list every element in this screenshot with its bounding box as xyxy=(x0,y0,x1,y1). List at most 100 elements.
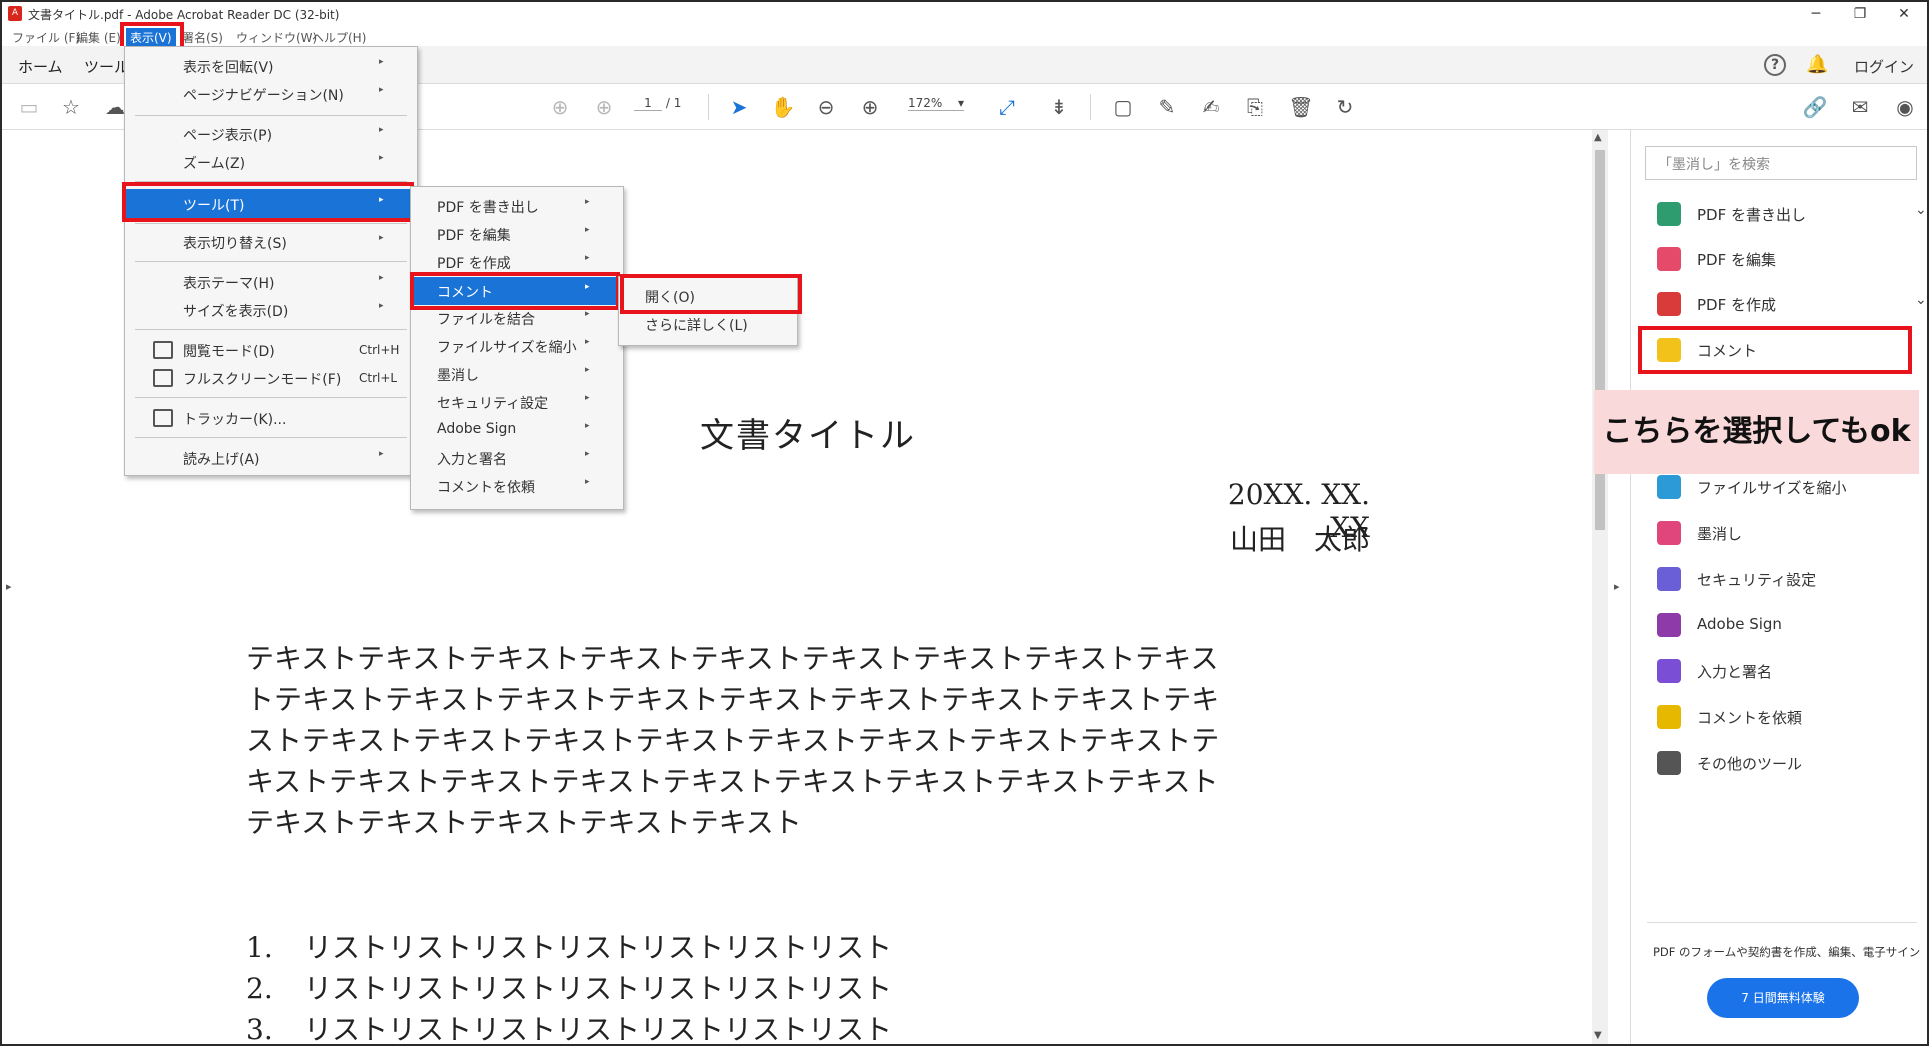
menu-item-toggle-display[interactable]: 表示切り替え(S) ▸ xyxy=(125,229,417,255)
scroll-down-arrow-icon[interactable]: ▼ xyxy=(1594,1030,1602,1041)
zoom-dropdown-icon: ▾ xyxy=(957,96,964,110)
menu-item-label: サイズを表示(D) xyxy=(183,304,289,320)
more-tools-icon xyxy=(1657,751,1681,775)
submenu-item-create-pdf[interactable]: PDF を作成 ▸ xyxy=(411,249,623,275)
help-icon[interactable]: ? xyxy=(1764,54,1786,76)
menu-item-zoom[interactable]: ズーム(Z) ▸ xyxy=(125,149,417,175)
submenu-item-adobe-sign[interactable]: Adobe Sign ▸ xyxy=(411,417,623,443)
fit-page-icon[interactable]: ⤢ xyxy=(994,94,1020,120)
tool-more-tools[interactable]: その他のツール xyxy=(1657,749,1927,779)
submenu-arrow-icon: ▸ xyxy=(379,57,384,67)
minimize-button[interactable]: ─ xyxy=(1794,2,1838,26)
menu-item-label: 表示切り替え(S) xyxy=(183,236,287,252)
left-panel-toggle-icon[interactable]: ▸ xyxy=(6,580,12,593)
bookmark-star-icon[interactable]: ☆ xyxy=(58,94,84,120)
body-line: テキストテキストテキストテキストテキスト xyxy=(246,806,802,839)
zoom-in-icon[interactable]: ⊕ xyxy=(857,94,883,120)
tool-request-comment[interactable]: コメントを依頼 xyxy=(1657,703,1927,733)
submenu-item-open[interactable]: 開く(O) xyxy=(619,283,797,309)
tool-export-pdf[interactable]: PDF を書き出し ⌄ xyxy=(1657,200,1927,230)
tool-compress-pdf[interactable]: ファイルサイズを縮小 xyxy=(1657,473,1927,503)
tool-fill-sign[interactable]: 入力と署名 xyxy=(1657,657,1927,687)
select-pointer-icon[interactable]: ➤ xyxy=(726,94,752,120)
close-button[interactable]: ✕ xyxy=(1882,2,1926,26)
scroll-mode-icon[interactable]: ⇟ xyxy=(1046,94,1072,120)
menu-item-show-size[interactable]: サイズを表示(D) ▸ xyxy=(125,297,417,323)
menu-item-tracker[interactable]: トラッカー(K)... xyxy=(125,405,417,431)
menu-separator xyxy=(135,223,407,224)
tool-label: PDF を編集 xyxy=(1697,251,1776,269)
submenu-item-combine-files[interactable]: ファイルを結合 ▸ xyxy=(411,305,623,331)
next-page-icon[interactable]: ⊕ xyxy=(591,94,617,120)
highlight-pen-icon[interactable]: ✎ xyxy=(1154,94,1180,120)
tool-create-pdf[interactable]: PDF を作成 ⌄ xyxy=(1657,290,1927,320)
save-icon[interactable]: ▭ xyxy=(16,94,42,120)
body-line: トテキストテキストテキストテキストテキストテキストテキストテキストテキ xyxy=(246,683,1220,716)
notification-bell-icon[interactable]: 🔔 xyxy=(1806,54,1828,75)
zoom-level-select[interactable]: 172% ▾ xyxy=(908,96,964,111)
comment-icon[interactable]: ▢ xyxy=(1110,94,1136,120)
menu-item-page-display[interactable]: ページ表示(P) ▸ xyxy=(125,121,417,147)
prev-page-icon[interactable]: ⊕ xyxy=(547,94,573,120)
document-scrollbar[interactable]: ▲ ▼ xyxy=(1592,130,1608,1044)
menu-item-page-navigation[interactable]: ページナビゲーション(N) ▸ xyxy=(125,81,417,107)
free-trial-button[interactable]: 7 日間無料体験 xyxy=(1707,978,1859,1018)
tab-home[interactable]: ホーム xyxy=(18,56,63,77)
submenu-item-fill-sign[interactable]: 入力と署名 ▸ xyxy=(411,445,623,471)
tools-search-input[interactable]: 「墨消し」を検索 xyxy=(1645,146,1917,180)
submenu-item-request-comment[interactable]: コメントを依頼 ▸ xyxy=(411,473,623,499)
menu-item-display-theme[interactable]: 表示テーマ(H) ▸ xyxy=(125,269,417,295)
zoom-out-icon[interactable]: ⊖ xyxy=(813,94,839,120)
menu-item-tools[interactable]: ツール(T) ▸ xyxy=(125,189,417,219)
sign-icon[interactable]: ✍ xyxy=(1198,94,1224,120)
menu-item-label: コメント xyxy=(437,285,493,301)
page-number-input[interactable]: 1 xyxy=(634,96,662,111)
request-comment-icon xyxy=(1657,705,1681,729)
submenu-item-export-pdf[interactable]: PDF を書き出し ▸ xyxy=(411,193,623,219)
account-icon[interactable]: ◉ xyxy=(1892,94,1918,120)
menu-item-label: 閲覧モード(D) xyxy=(183,344,275,360)
menu-item-label: ページナビゲーション(N) xyxy=(183,88,344,104)
menu-item-read-aloud[interactable]: 読み上げ(A) ▸ xyxy=(125,445,417,471)
tool-adobe-sign[interactable]: Adobe Sign xyxy=(1657,611,1927,641)
tool-security[interactable]: セキュリティ設定 xyxy=(1657,565,1927,595)
menu-item-reading-mode[interactable]: 閲覧モード(D) Ctrl+H xyxy=(125,337,417,363)
share-link-icon[interactable]: 🔗 xyxy=(1802,94,1828,120)
rotate-icon[interactable]: ↻ xyxy=(1332,94,1358,120)
chevron-down-icon[interactable]: ⌄ xyxy=(1915,292,1927,308)
menu-item-label: ファイルを結合 xyxy=(437,312,535,328)
scroll-up-arrow-icon[interactable]: ▲ xyxy=(1594,132,1602,143)
reading-mode-icon xyxy=(153,341,173,359)
login-link[interactable]: ログイン xyxy=(1854,56,1914,77)
email-icon[interactable]: ✉ xyxy=(1847,94,1873,120)
chevron-down-icon[interactable]: ⌄ xyxy=(1915,202,1927,218)
tools-submenu: PDF を書き出し ▸ PDF を編集 ▸ PDF を作成 ▸ コメント ▸ ファイルを… xyxy=(410,186,624,510)
stamp-icon[interactable]: ⎘ xyxy=(1242,94,1268,120)
menu-sign[interactable]: 署名(S) xyxy=(178,28,227,47)
submenu-item-learn-more[interactable]: さらに詳しく(L) xyxy=(619,311,797,337)
tool-redact[interactable]: 墨消し xyxy=(1657,519,1927,549)
submenu-item-security[interactable]: セキュリティ設定 ▸ xyxy=(411,389,623,415)
menu-bar: ファイル (F) 編集 (E) 表示(V) 署名(S) ウィンドウ(W) ヘルプ… xyxy=(2,26,1927,47)
submenu-item-redact[interactable]: 墨消し ▸ xyxy=(411,361,623,387)
tool-edit-pdf[interactable]: PDF を編集 xyxy=(1657,245,1927,275)
menu-item-fullscreen[interactable]: フルスクリーンモード(F) Ctrl+L xyxy=(125,365,417,391)
submenu-item-comment[interactable]: コメント ▸ xyxy=(411,277,623,305)
body-line: テキストテキストテキストテキストテキストテキストテキストテキストテキス xyxy=(246,642,1219,675)
tool-label: 墨消し xyxy=(1697,525,1743,543)
menu-item-label: 墨消し xyxy=(437,368,479,384)
menu-item-rotate-view[interactable]: 表示を回転(V) ▸ xyxy=(125,53,417,79)
tab-tools[interactable]: ツール xyxy=(84,56,129,77)
right-panel-toggle-icon[interactable]: ▸ xyxy=(1614,580,1620,593)
window-title: 文書タイトル.pdf - Adobe Acrobat Reader DC (32… xyxy=(28,8,340,22)
menu-edit[interactable]: 編集 (E) xyxy=(72,28,125,47)
hand-tool-icon[interactable]: ✋ xyxy=(770,94,796,120)
menu-view[interactable]: 表示(V) xyxy=(126,28,176,47)
tool-comment[interactable]: コメント xyxy=(1657,336,1927,366)
list-text: リストリストリストリストリストリストリスト xyxy=(304,1013,893,1046)
menu-help[interactable]: ヘルプ(H) xyxy=(308,28,370,47)
delete-trash-icon[interactable]: 🗑 xyxy=(1288,94,1314,120)
restore-button[interactable]: ❐ xyxy=(1838,2,1882,26)
submenu-item-edit-pdf[interactable]: PDF を編集 ▸ xyxy=(411,221,623,247)
submenu-item-compress[interactable]: ファイルサイズを縮小 ▸ xyxy=(411,333,623,359)
